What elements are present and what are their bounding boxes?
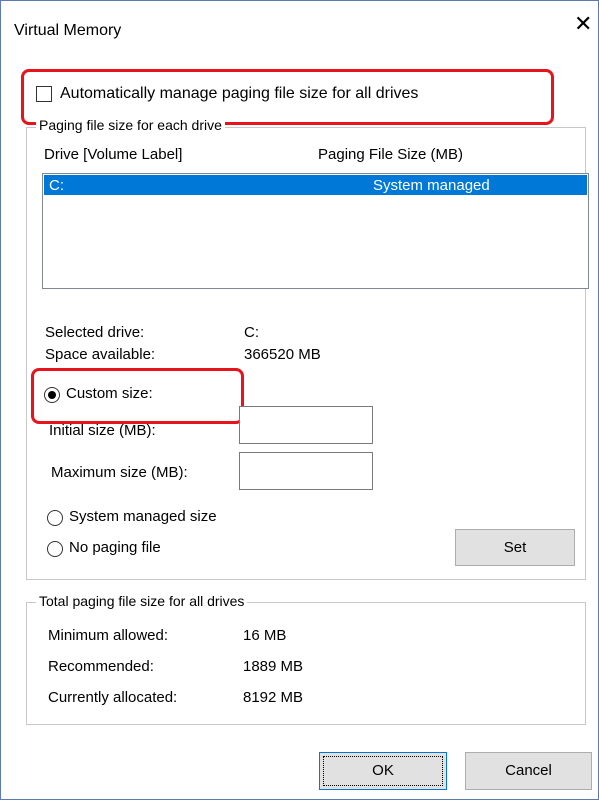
maximum-size-label: Maximum size (MB):: [51, 464, 188, 481]
highlight-custom-size: [31, 368, 244, 424]
selected-drive-value: C:: [244, 324, 259, 341]
close-icon[interactable]: ✕: [574, 14, 592, 36]
currently-allocated-value: 8192 MB: [243, 689, 304, 706]
space-available-label: Space available:: [45, 346, 156, 363]
initial-size-input[interactable]: [239, 406, 373, 444]
maximum-size-input[interactable]: [239, 452, 373, 490]
no-paging-radio[interactable]: [47, 541, 63, 557]
paging-group-legend: Paging file size for each drive: [36, 117, 225, 133]
selected-drive-label: Selected drive:: [45, 324, 145, 341]
system-managed-radio[interactable]: [47, 510, 63, 526]
recommended-value: 1889 MB: [243, 658, 304, 675]
space-available-value: 366520 MB: [244, 346, 321, 363]
drive-row-drive: C:: [49, 177, 64, 194]
ok-button[interactable]: OK: [319, 752, 447, 790]
column-header-size: Paging File Size (MB): [318, 146, 464, 163]
initial-size-label: Initial size (MB):: [49, 422, 156, 439]
currently-allocated-label: Currently allocated:: [48, 689, 178, 706]
set-button[interactable]: Set: [455, 529, 575, 566]
system-managed-label[interactable]: System managed size: [69, 508, 217, 525]
drive-listbox[interactable]: C: System managed: [42, 173, 589, 289]
ok-button-label: OK: [372, 762, 394, 779]
drive-row-c[interactable]: C: System managed: [44, 175, 587, 195]
dialog-title: Virtual Memory: [14, 22, 122, 39]
recommended-label: Recommended:: [48, 658, 154, 675]
no-paging-label[interactable]: No paging file: [69, 539, 161, 556]
minimum-allowed-label: Minimum allowed:: [48, 627, 169, 644]
totals-group-legend: Total paging file size for all drives: [36, 593, 248, 609]
column-header-drive: Drive [Volume Label]: [44, 146, 183, 163]
minimum-allowed-value: 16 MB: [243, 627, 287, 644]
drive-row-size: System managed: [373, 177, 490, 194]
cancel-button[interactable]: Cancel: [465, 752, 592, 790]
